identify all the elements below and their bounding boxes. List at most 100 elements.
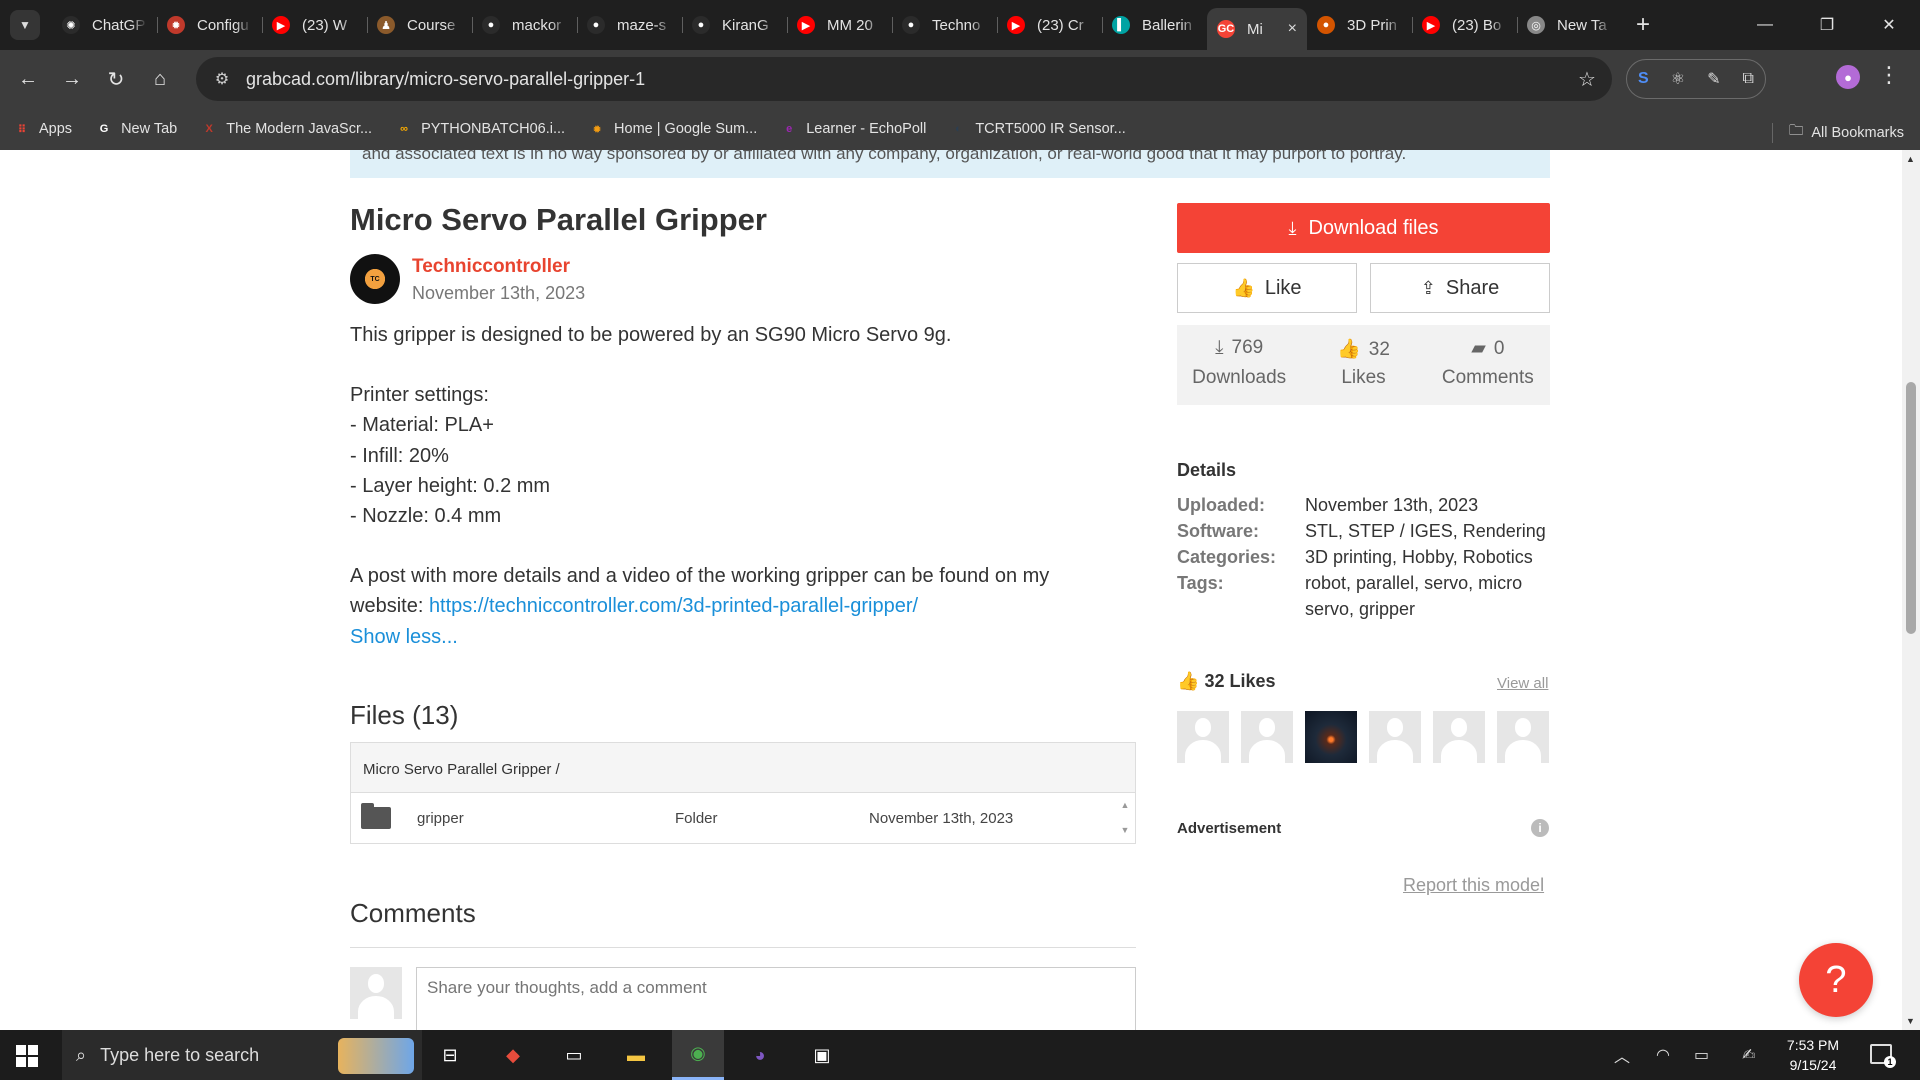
notification-icon[interactable]: 1: [1870, 1044, 1896, 1068]
scroll-up-icon[interactable]: ▲: [1906, 154, 1915, 164]
browser-tab[interactable]: ✹ Configu: [157, 6, 262, 44]
tray-chevron-icon[interactable]: ︿: [1614, 1030, 1630, 1080]
browser-tab[interactable]: ✺ ChatGP: [52, 6, 157, 44]
bookmark-item[interactable]: ✹ Home | Google Sum...: [589, 121, 757, 137]
minimize-icon[interactable]: —: [1734, 0, 1796, 50]
extension-s-icon[interactable]: S: [1638, 70, 1649, 88]
bookmark-item[interactable]: ◐ TCRT5000 IR Sensor...: [950, 121, 1126, 137]
file-list: gripper Folder November 13th, 2023 ▲ ▼: [351, 793, 1135, 843]
browser-tab[interactable]: ▶ (23) Bo: [1412, 6, 1517, 44]
help-button[interactable]: ?: [1799, 943, 1873, 1017]
browser-tab[interactable]: ▶ (23) Cr: [997, 6, 1102, 44]
scroll-down-icon[interactable]: ▼: [1906, 1016, 1915, 1026]
bookmark-item[interactable]: ∞ PYTHONBATCH06.i...: [396, 121, 565, 137]
person-placeholder-icon: [1177, 711, 1229, 763]
detail-key: Uploaded:: [1177, 495, 1265, 515]
show-less-link[interactable]: Show less...: [350, 626, 458, 648]
browser-tab[interactable]: ● mackor: [472, 6, 577, 44]
author-avatar[interactable]: TC: [350, 254, 400, 304]
files-breadcrumb[interactable]: Micro Servo Parallel Gripper /: [351, 743, 1135, 793]
wifi-icon[interactable]: ◠: [1656, 1030, 1670, 1080]
home-icon[interactable]: ⌂: [138, 57, 182, 101]
terminal-app-icon[interactable]: ▭: [548, 1030, 600, 1080]
stat-label: Likes: [1341, 367, 1386, 388]
liker-avatar[interactable]: [1497, 711, 1549, 763]
browser-menu-icon[interactable]: ⋮: [1878, 62, 1900, 88]
browser-tab[interactable]: ● maze-s: [577, 6, 682, 44]
site-settings-icon[interactable]: ⚙: [202, 69, 242, 89]
back-arrow-icon[interactable]: ←: [6, 57, 50, 101]
new-tab-button[interactable]: +: [1636, 11, 1650, 39]
detail-value: November 13th, 2023: [1305, 495, 1479, 515]
chrome-taskbar-icon[interactable]: ◉: [672, 1030, 724, 1080]
liker-avatar[interactable]: [1369, 711, 1421, 763]
folder-icon: [361, 803, 391, 829]
liker-avatar[interactable]: [1433, 711, 1485, 763]
close-window-icon[interactable]: ✕: [1858, 0, 1920, 50]
view-all-likes-link[interactable]: View all: [1497, 675, 1548, 692]
bookmark-item[interactable]: e Learner - EchoPoll: [781, 121, 926, 137]
bookmark-item[interactable]: ⠿ Apps: [14, 121, 72, 137]
browser-tab[interactable]: ◎ New Ta: [1517, 6, 1622, 44]
browser-tab[interactable]: ♟ Course: [367, 6, 472, 44]
browser-tab[interactable]: GC Mi ×: [1207, 8, 1307, 50]
discord-taskbar-icon[interactable]: ◕: [734, 1030, 786, 1080]
battery-icon[interactable]: ▭: [1694, 1030, 1709, 1080]
bookmark-star-icon[interactable]: ☆: [1562, 67, 1612, 92]
liker-avatar[interactable]: [1177, 711, 1229, 763]
bookmark-item[interactable]: X The Modern JavaScr...: [201, 121, 373, 137]
comments-heading: Comments: [350, 898, 476, 928]
extensions-puzzle-icon[interactable]: ⧉: [1743, 70, 1754, 88]
console-taskbar-icon[interactable]: ▣: [796, 1030, 848, 1080]
browser-tab[interactable]: ● 3D Prin: [1307, 6, 1412, 44]
profile-avatar-icon[interactable]: ●: [1836, 65, 1860, 89]
tab-title: Ballerin: [1142, 16, 1193, 34]
website-link[interactable]: https://techniccontroller.com/3d-printed…: [429, 595, 918, 617]
scrollbar-thumb[interactable]: [1906, 382, 1916, 634]
restore-icon[interactable]: ❐: [1796, 0, 1858, 50]
person-placeholder-icon: [1497, 711, 1549, 763]
person-placeholder-icon: [350, 967, 402, 1019]
file-row[interactable]: gripper Folder November 13th, 2023 ▲ ▼: [351, 793, 1135, 843]
close-tab-icon[interactable]: ×: [1288, 20, 1297, 38]
react-devtools-icon[interactable]: ⚛: [1671, 69, 1685, 89]
download-files-button[interactable]: ⤓ Download files: [1177, 203, 1550, 253]
file-list-scrollbar[interactable]: ▲ ▼: [1115, 793, 1135, 843]
summit-icon: ✹: [592, 123, 602, 136]
share-button[interactable]: ⇪ Share: [1370, 263, 1550, 313]
tab-search-button[interactable]: ▼: [10, 10, 40, 40]
color-picker-icon[interactable]: ✎: [1707, 69, 1720, 89]
browser-tab[interactable]: ● Techno: [892, 6, 997, 44]
reload-icon[interactable]: ↻: [94, 57, 138, 101]
forward-arrow-icon[interactable]: →: [50, 57, 94, 101]
browser-tab[interactable]: ▌ Ballerin: [1102, 6, 1207, 44]
info-icon[interactable]: i: [1531, 819, 1549, 837]
browser-tab[interactable]: ● KiranG: [682, 6, 787, 44]
report-model-link[interactable]: Report this model: [1403, 875, 1544, 896]
url-text[interactable]: grabcad.com/library/micro-servo-parallel…: [242, 69, 1562, 90]
page-scrollbar[interactable]: ▲ ▼: [1902, 150, 1920, 1030]
taskbar-clock[interactable]: 7:53 PM 9/15/24: [1773, 1035, 1853, 1075]
comment-input[interactable]: [416, 967, 1136, 1030]
pen-icon[interactable]: ✍: [1742, 1030, 1755, 1080]
stat-comments: ▰ 0 Comments: [1426, 325, 1550, 405]
address-bar[interactable]: ⚙ grabcad.com/library/micro-servo-parall…: [196, 57, 1612, 101]
windows-start-icon[interactable]: [16, 1045, 38, 1067]
all-bookmarks-button[interactable]: 🗀 All Bookmarks: [1771, 120, 1904, 145]
red-app-icon[interactable]: ◆: [487, 1030, 539, 1080]
like-button[interactable]: 👍 Like: [1177, 263, 1357, 313]
share-label: Share: [1445, 276, 1500, 299]
stat-value: 32: [1368, 339, 1390, 360]
bookmark-item[interactable]: G New Tab: [96, 121, 177, 137]
file-explorer-icon[interactable]: ▬: [610, 1030, 662, 1080]
printer-icon: ●: [1317, 16, 1335, 34]
task-view-icon[interactable]: ⊟: [424, 1030, 476, 1080]
description-line: [350, 350, 1140, 380]
author-link[interactable]: Techniccontroller: [412, 256, 570, 278]
taskbar-search[interactable]: ⌕ Type here to search: [62, 1030, 422, 1080]
liker-avatar[interactable]: [1241, 711, 1293, 763]
tab-title: (23) Bo: [1452, 16, 1502, 34]
browser-tab[interactable]: ▶ (23) W: [262, 6, 367, 44]
liker-avatar-photo[interactable]: [1305, 711, 1357, 763]
browser-tab[interactable]: ▶ MM 20: [787, 6, 892, 44]
